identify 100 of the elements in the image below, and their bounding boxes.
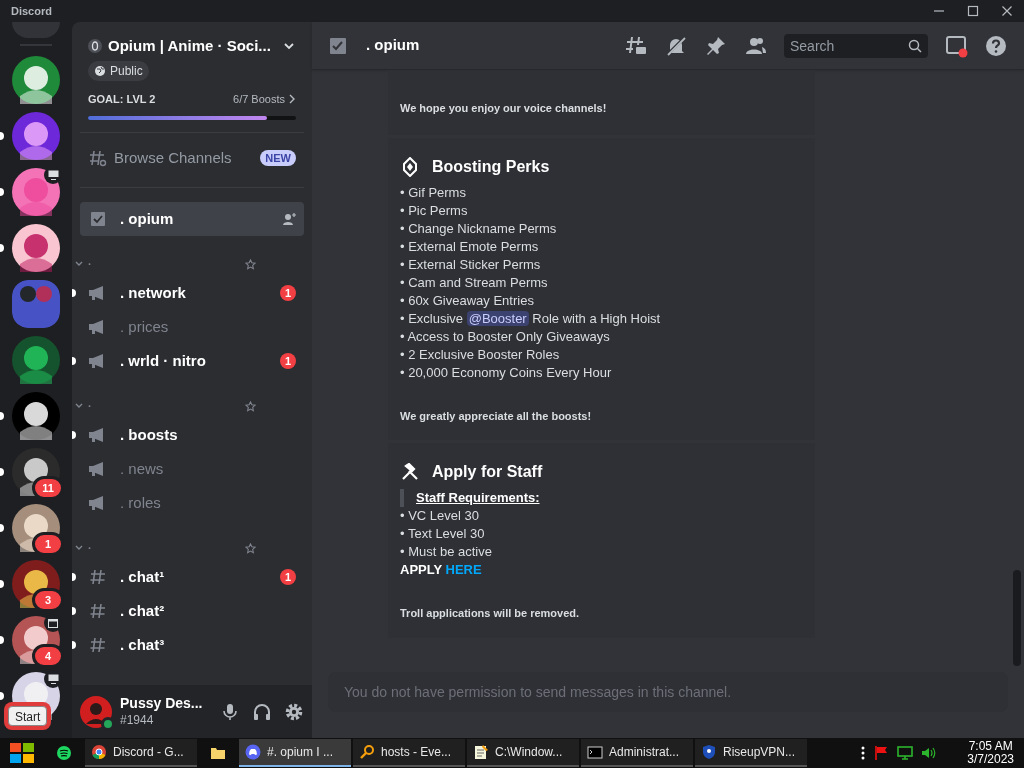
maximize-icon[interactable] [967,5,979,17]
section-title: Boosting Perks [432,156,550,177]
list-item: • External Emote Perms [400,237,540,256]
channel-name: . roles [120,492,161,513]
taskbar-item[interactable]: #. opium I ... [239,739,351,767]
more-icon[interactable] [861,746,866,760]
channel-item[interactable]: . chat³ [80,628,304,662]
mention-badge: 3 [32,588,64,612]
flag-icon[interactable] [873,745,890,761]
channel-item[interactable]: . boosts [80,418,304,452]
mention-badge: 1 [32,532,64,556]
terminal-icon [587,744,603,760]
taskbar-item[interactable]: Discord - G... [85,739,197,767]
category-name[interactable]: · [88,539,92,557]
server-name[interactable]: Opium | Anime · Soci... [108,34,271,58]
headphones-icon[interactable] [252,701,272,722]
clock[interactable]: 7:05 AM 3/7/2023 [967,740,1014,766]
unread-badge: 1 [280,353,296,369]
list-item: • Pic Perms [400,201,469,220]
taskbar-item[interactable]: Administrat... [581,739,693,767]
public-badge: Public [88,61,149,81]
server-icon[interactable] [12,224,60,272]
section-footer: Troll applications will be removed. [400,605,803,622]
apply-line: APPLY HERE [400,561,483,579]
category-name[interactable]: · [88,397,92,415]
channel-name: . chat¹ [120,566,165,587]
boost-gem-icon [402,156,418,177]
user-tag: #1944 [120,712,203,728]
list-item: • 20,000 Economy Coins Every Hour [400,363,613,382]
chevron-right-icon[interactable] [288,94,296,104]
speaker-icon[interactable] [921,745,938,761]
channel-name: . news [120,458,164,479]
browse-channels-icon [88,148,108,168]
list-item: • Change Nickname Perms [400,219,558,238]
server-icon[interactable] [12,336,60,384]
star-icon[interactable] [245,258,256,270]
browser-icon [91,744,107,760]
star-icon[interactable] [245,542,256,554]
boost-count[interactable]: 6/7 Boosts [233,90,285,108]
music-app-icon[interactable] [56,745,72,761]
channel-item[interactable]: . roles [80,486,304,520]
section-title: Apply for Staff [432,462,543,482]
list-item: • Gif Perms [400,183,467,202]
section-footer: We hope you enjoy our voice channels! [400,100,803,117]
channel-item[interactable]: . news [80,452,304,486]
category-name[interactable]: · [88,255,92,273]
help-icon[interactable] [984,33,1008,58]
username: Pussy Des... [120,695,203,713]
server-icon[interactable] [12,392,60,440]
magnifier-icon [359,744,375,760]
folder-icon[interactable] [210,745,226,761]
quote-heading: Staff Requirements: [416,489,540,508]
taskbar-item[interactable]: C:\Window... [467,739,579,767]
taskbar-item[interactable]: hosts - Eve... [353,739,465,767]
channel-item[interactable]: . wrld · nitro 1 [80,344,304,378]
inbox-icon[interactable] [944,33,968,58]
channel-name: . wrld · nitro [120,350,206,371]
link[interactable]: HERE [445,562,482,577]
list-item: • Must be active [400,543,493,561]
goal-label: GOAL: LVL 2 [88,91,156,107]
star-icon[interactable] [245,400,256,412]
role-mention[interactable]: @Booster [466,310,529,326]
start-button[interactable] [8,741,36,765]
list-item: • 60x Giveaway Entries [400,291,535,310]
list-item: • VC Level 30 [400,507,480,525]
unread-badge: 1 [280,569,296,585]
list-item: • 2 Exclusive Booster Roles [400,345,561,364]
hashtag-icon [89,568,107,586]
list-item: • Access to Booster Only Giveaways [400,327,611,346]
server-icon[interactable] [12,112,60,160]
taskbar-item[interactable]: RiseupVPN... [695,739,807,767]
channel-item[interactable]: . chat¹ 1 [80,560,304,594]
boost-tier-icon [88,39,102,53]
new-badge: NEW [260,150,296,166]
monitor-icon[interactable] [897,745,914,761]
list-item: • Cam and Stream Perms [400,273,549,292]
channel-item[interactable]: . network 1 [80,276,304,310]
channel-name: . network [120,282,186,303]
microphone-icon[interactable] [220,701,240,722]
scrollbar-thumb[interactable] [1013,570,1021,666]
server-icon[interactable] [12,56,60,104]
settings-icon[interactable] [284,701,304,722]
channel-title: . opium [366,35,420,56]
close-icon[interactable] [1001,5,1013,17]
server-icon[interactable] [12,168,60,216]
rules-channel-icon [328,35,348,56]
search-icon[interactable] [908,38,922,53]
browse-channels-item[interactable]: Browse Channels NEW [80,141,304,175]
channel-item[interactable]: . prices [80,310,304,344]
mention-badge: 11 [32,476,64,500]
channel-item[interactable]: . opium [80,202,304,236]
unread-badge: 1 [280,285,296,301]
server-folder[interactable] [12,280,60,328]
hashtag-icon [89,636,107,654]
channel-item[interactable]: . chat² [80,594,304,628]
hammer-icon [401,463,419,481]
add-member-icon[interactable] [282,212,296,226]
mention-badge: 4 [32,644,64,668]
search-field[interactable]: Search [784,33,928,58]
channel-name: . opium [120,208,174,229]
